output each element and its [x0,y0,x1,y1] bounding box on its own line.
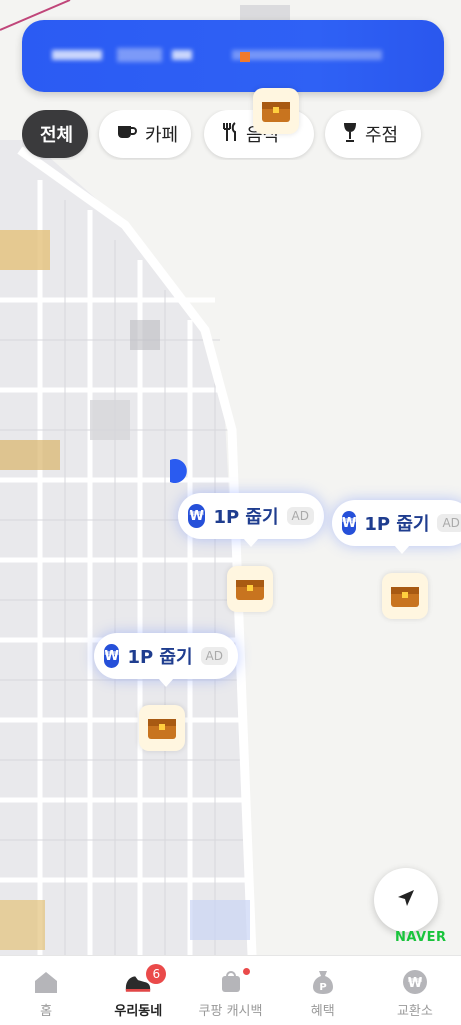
banner-blur [52,50,102,60]
notification-badge: 6 [146,964,167,984]
home-icon [32,968,60,996]
tab-home-label: 홈 [40,1004,53,1019]
coffee-cup-icon [117,124,137,145]
marker-label: 1P 줍기 [127,647,193,668]
shopping-bag-icon [217,968,245,996]
new-dot-indicator [242,968,250,975]
tab-coupang-cashback[interactable]: 쿠팡 캐시백 [184,956,276,1025]
marker-label: 1P 줍기 [364,514,430,535]
current-location-button[interactable] [374,868,438,932]
tab-neighborhood[interactable]: 6 우리동네 [92,956,184,1025]
treasure-chest-icon[interactable] [227,566,273,612]
chip-bar[interactable]: 주점 [325,110,421,158]
tab-neighborhood-label: 우리동네 [114,1004,163,1019]
chip-cafe-label: 카페 [145,125,179,146]
bottom-tab-bar: 홈 6 우리동네 쿠팡 캐시백 P 혜택 ₩ 교환소 [0,955,461,1025]
points-bag-icon: P [309,968,337,996]
marker-label: 1P 줍기 [213,507,279,528]
top-banner[interactable] [22,20,444,92]
chip-cafe[interactable]: 카페 [99,110,191,158]
tab-coupang-cashback-label: 쿠팡 캐시백 [198,1004,263,1019]
treasure-chest-icon[interactable] [139,705,185,751]
tab-benefits-label: 혜택 [310,1004,335,1019]
chip-all-label: 전체 [40,125,74,146]
won-icon: ₩ [104,644,120,668]
chip-bar-label: 주점 [365,125,399,146]
ad-badge: AD [437,514,461,532]
tab-benefits[interactable]: P 혜택 [277,956,369,1025]
tab-home[interactable]: 홈 [0,956,92,1025]
navigation-arrow-icon [396,888,416,912]
chip-all[interactable]: 전체 [22,110,88,158]
category-filter-bar: 전체 카페 음식 주점 [22,110,461,160]
svg-text:P: P [319,982,326,993]
banner-accent [240,52,250,62]
map-brand-logo: NAVER [395,930,447,945]
ad-badge: AD [200,647,228,665]
banner-blur [232,50,382,60]
point-marker-bubble[interactable]: ₩ 1P 줍기 AD [178,493,324,547]
tab-exchange-label: 교환소 [396,1004,433,1019]
won-icon: ₩ [188,504,206,528]
tab-exchange[interactable]: ₩ 교환소 [369,956,461,1025]
won-coin-icon: ₩ [401,968,429,996]
won-icon: ₩ [342,511,357,535]
wine-glass-icon [343,122,357,147]
treasure-chest-icon[interactable] [253,88,299,134]
point-marker-bubble[interactable]: ₩ 1P 줍기 AD [332,500,461,554]
fork-knife-icon [222,121,238,147]
treasure-chest-icon[interactable] [382,573,428,619]
banner-blur [172,50,192,60]
ad-badge: AD [286,507,314,525]
banner-blur [117,48,162,62]
point-marker-bubble[interactable]: ₩ 1P 줍기 AD [94,633,238,687]
svg-text:₩: ₩ [408,976,423,991]
